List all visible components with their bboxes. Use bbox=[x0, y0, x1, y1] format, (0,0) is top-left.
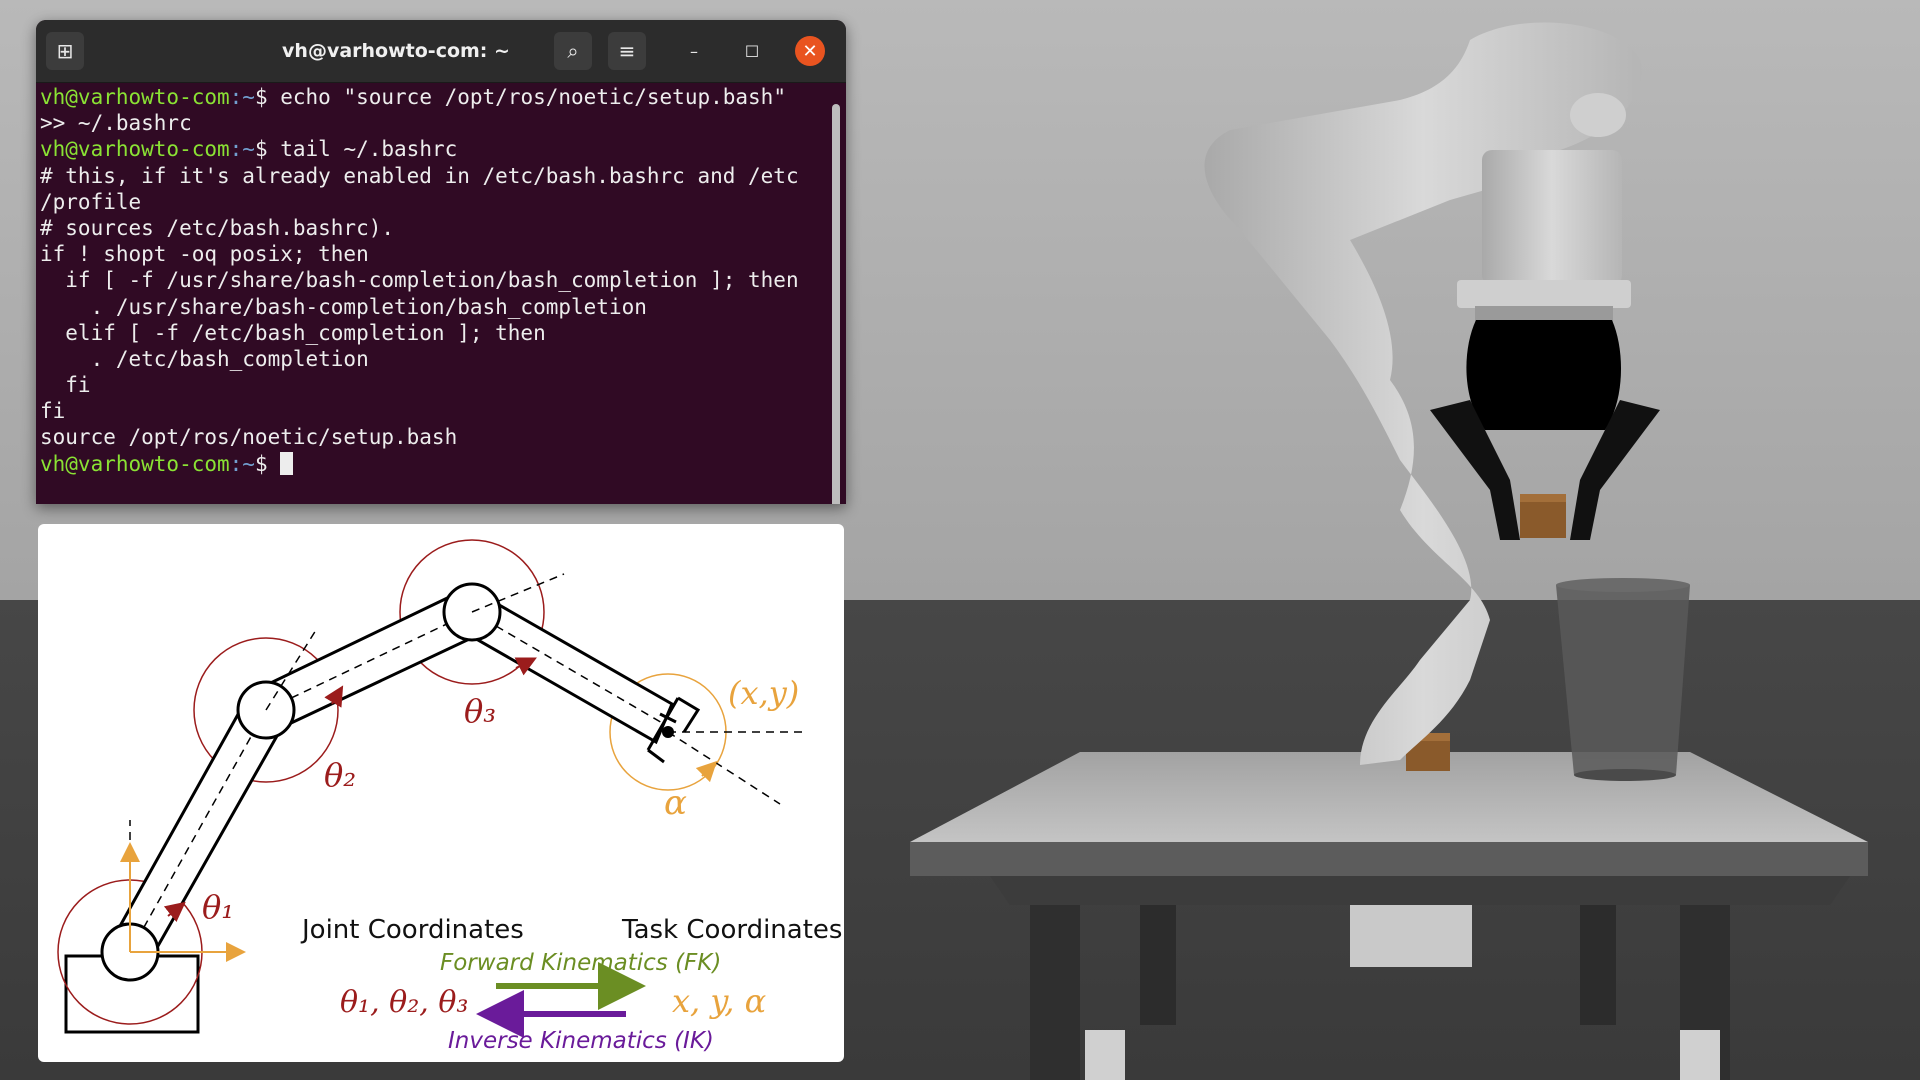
alpha-label: α bbox=[664, 783, 687, 823]
terminal-line: . /usr/share/bash-completion/bash_comple… bbox=[40, 294, 830, 320]
output-text: # this, if it's already enabled in /etc/… bbox=[40, 163, 799, 188]
prompt-user: vh@varhowto-com bbox=[40, 85, 230, 109]
output-text: elif [ -f /etc/bash_completion ]; then bbox=[40, 320, 546, 345]
theta3-label: θ₃ bbox=[464, 692, 496, 730]
close-icon[interactable]: ✕ bbox=[795, 36, 825, 66]
output-text: . /etc/bash_completion bbox=[40, 346, 369, 371]
terminal-output[interactable]: vh@varhowto-com:~$ echo "source /opt/ros… bbox=[40, 84, 830, 504]
output-text: fi bbox=[40, 399, 66, 424]
command-text: $ tail ~/.bashrc bbox=[254, 137, 458, 162]
terminal-line: if ! shopt -oq posix; then bbox=[40, 241, 830, 267]
kinematics-diagram: θ₁ θ₂ θ₃ α (x,y) Joint Coordinates Task … bbox=[38, 524, 844, 1062]
output-text: . /usr/share/bash-completion/bash_comple… bbox=[40, 294, 647, 319]
terminal-line: . /etc/bash_completion bbox=[40, 346, 830, 372]
prompt-user: vh@varhowto-com bbox=[40, 451, 230, 476]
output-text: if ! shopt -oq posix; then bbox=[40, 242, 369, 267]
terminal-window[interactable]: ⊞ vh@varhowto-com: ~ ⌕ ≡ – ☐ ✕ vh@varhow… bbox=[36, 20, 846, 504]
terminal-titlebar[interactable]: ⊞ vh@varhowto-com: ~ ⌕ ≡ – ☐ ✕ bbox=[36, 20, 846, 83]
command-text: $ bbox=[254, 451, 281, 476]
terminal-line: vh@varhowto-com:~$ bbox=[40, 451, 830, 477]
minimize-icon[interactable]: – bbox=[679, 36, 709, 66]
terminal-line: elif [ -f /etc/bash_completion ]; then bbox=[40, 320, 830, 346]
end-effector-label: (x,y) bbox=[728, 674, 799, 712]
joint-coordinates-label: Joint Coordinates bbox=[300, 915, 524, 945]
link1 bbox=[107, 698, 289, 962]
output-text: source /opt/ros/noetic/setup.bash bbox=[40, 425, 458, 450]
transparent-cup bbox=[1556, 578, 1690, 781]
terminal-line: if [ -f /usr/share/bash-completion/bash_… bbox=[40, 267, 830, 293]
output-text: /profile bbox=[40, 189, 142, 214]
output-text: >> ~/.bashrc bbox=[40, 111, 192, 136]
output-text: fi bbox=[40, 373, 91, 398]
forward-kinematics-label: Forward Kinematics (FK) bbox=[440, 950, 721, 976]
terminal-title: vh@varhowto-com: ~ bbox=[282, 40, 510, 62]
command-text: $ echo "source /opt/ros/noetic/setup.bas… bbox=[254, 85, 786, 109]
joint-variables: θ₁, θ₂, θ₃ bbox=[340, 985, 468, 1020]
task-variables: x, y, α bbox=[672, 982, 766, 1020]
hamburger-menu-icon[interactable]: ≡ bbox=[608, 32, 646, 70]
theta1-label: θ₁ bbox=[202, 888, 234, 926]
maximize-icon[interactable]: ☐ bbox=[737, 36, 767, 66]
text-cursor bbox=[280, 451, 294, 475]
prompt-path: :~ bbox=[229, 137, 255, 162]
prompt-path: :~ bbox=[229, 85, 255, 109]
output-text: # sources /etc/bash.bashrc). bbox=[40, 215, 395, 240]
new-tab-icon[interactable]: ⊞ bbox=[46, 32, 84, 70]
terminal-scrollbar[interactable] bbox=[832, 104, 840, 504]
terminal-line: vh@varhowto-com:~$ tail ~/.bashrc bbox=[40, 136, 830, 162]
terminal-line: /profile bbox=[40, 189, 830, 215]
terminal-line: fi bbox=[40, 372, 830, 398]
terminal-line: # sources /etc/bash.bashrc). bbox=[40, 215, 830, 241]
theta2-label: θ₂ bbox=[324, 756, 356, 794]
task-coordinates-label: Task Coordinates bbox=[621, 915, 842, 945]
prompt-path: :~ bbox=[229, 451, 255, 476]
terminal-line: >> ~/.bashrc bbox=[40, 110, 830, 136]
prompt-user: vh@varhowto-com bbox=[40, 137, 230, 162]
terminal-line: vh@varhowto-com:~$ echo "source /opt/ros… bbox=[40, 84, 830, 110]
terminal-line: fi bbox=[40, 398, 830, 424]
inverse-kinematics-label: Inverse Kinematics (IK) bbox=[448, 1028, 714, 1054]
search-icon[interactable]: ⌕ bbox=[554, 32, 592, 70]
output-text: if [ -f /usr/share/bash-completion/bash_… bbox=[40, 268, 799, 293]
terminal-line: # this, if it's already enabled in /etc/… bbox=[40, 163, 830, 189]
terminal-line: source /opt/ros/noetic/setup.bash bbox=[40, 424, 830, 450]
